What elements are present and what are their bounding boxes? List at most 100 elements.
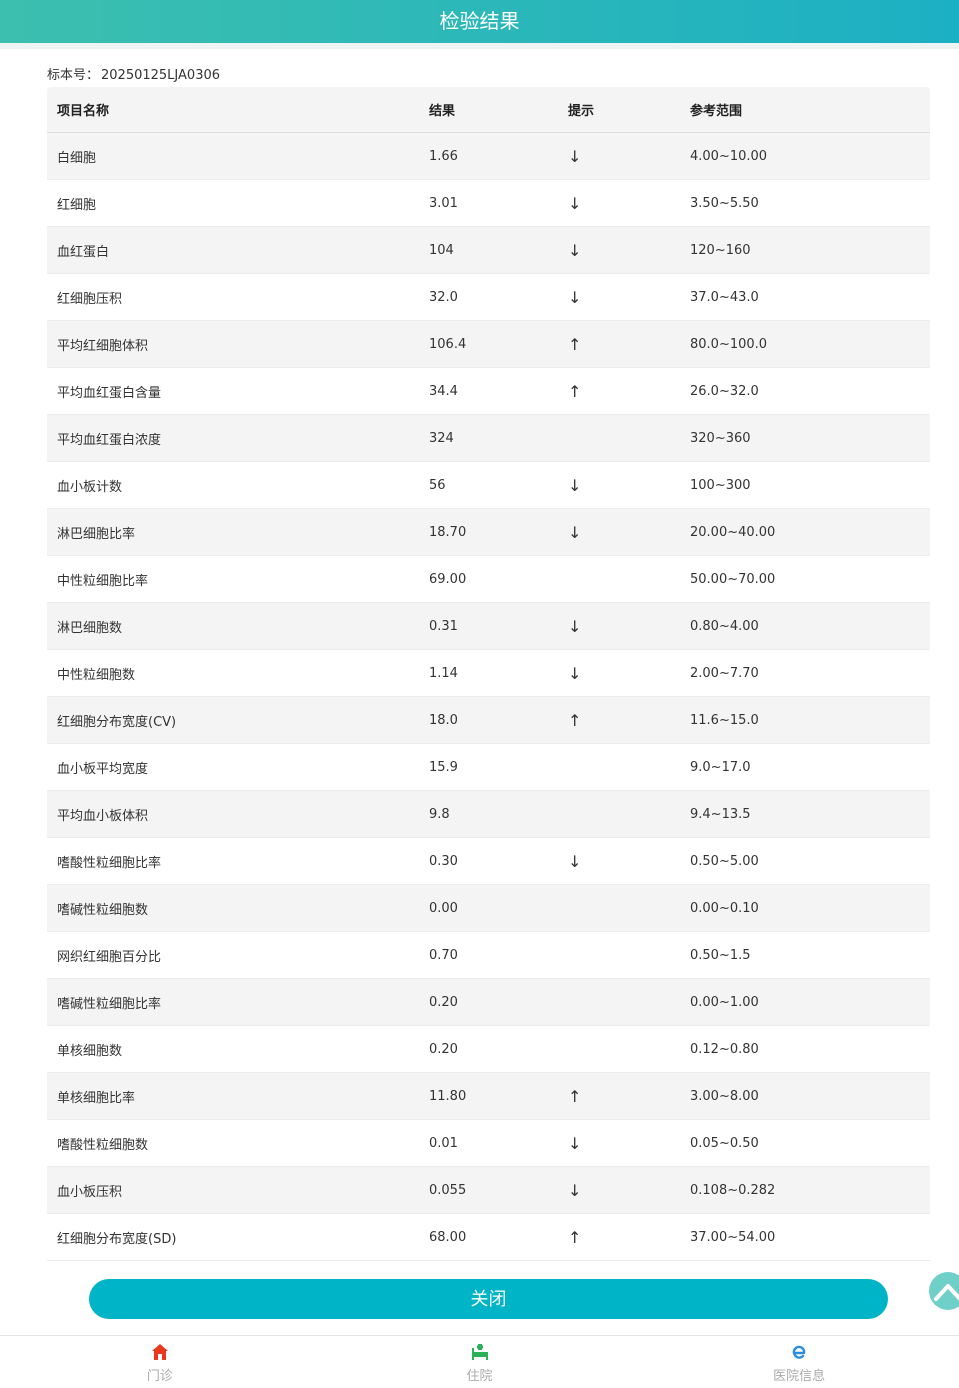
cell-item-name: 白细胞 [57,150,97,166]
cell-item-name: 中性粒细胞数 [57,667,136,683]
cell-item-name: 单核细胞比率 [57,1090,136,1106]
table-row: 嗜碱性粒细胞数 0.00 0.00~0.10 [47,885,930,932]
table-row: 红细胞分布宽度(CV) 18.0 ↑ 11.6~15.0 [47,697,930,744]
cell-item-name: 嗜碱性粒细胞数 [57,902,149,918]
page-header: 检验结果 [0,0,959,43]
cell-reference-range: 11.6~15.0 [690,712,759,728]
cell-flag: ↓ [568,287,582,307]
cell-result: 0.30 [429,853,458,869]
cell-item-name: 单核细胞数 [57,1043,123,1059]
table-row: 嗜碱性粒细胞比率 0.20 0.00~1.00 [47,979,930,1026]
close-button[interactable]: 关闭 [89,1279,888,1319]
cell-item-name: 淋巴细胞数 [57,620,123,636]
nav-tab-label: 门诊 [146,1369,173,1384]
cell-flag: ↑ [568,710,582,730]
cell-result: 0.01 [429,1135,458,1151]
column-header-result: 结果 [429,104,456,119]
cell-reference-range: 26.0~32.0 [690,383,759,399]
cell-item-name: 平均血红蛋白含量 [57,385,162,401]
cell-result: 69.00 [429,571,467,587]
cell-result: 11.80 [429,1088,467,1104]
table-row: 平均血小板体积 9.8 9.4~13.5 [47,791,930,838]
page-title: 检验结果 [439,9,520,33]
cell-item-name: 网织红细胞百分比 [57,949,162,965]
results-table: 项目名称 结果 提示 参考范围 白细胞 1.66 ↓ 4.00~10.00 红细胞 3.0… [47,87,930,1261]
cell-result: 1.66 [429,148,458,164]
cell-flag: ↓ [568,1180,582,1200]
cell-item-name: 中性粒细胞比率 [57,573,149,589]
cell-result: 106.4 [429,336,467,352]
cell-reference-range: 0.80~4.00 [690,618,759,634]
cell-result: 15.9 [429,759,458,775]
cell-reference-range: 0.50~5.00 [690,853,759,869]
cell-reference-range: 3.00~8.00 [690,1088,759,1104]
table-row: 血红蛋白 104 ↓ 120~160 [47,227,930,274]
cell-reference-range: 9.4~13.5 [690,806,751,822]
cell-result: 0.00 [429,900,458,916]
cell-flag: ↑ [568,334,582,354]
cell-reference-range: 120~160 [690,242,751,258]
cell-reference-range: 320~360 [690,430,751,446]
cell-reference-range: 20.00~40.00 [690,524,776,540]
cell-result: 0.20 [429,994,458,1010]
cell-reference-range: 0.12~0.80 [690,1041,759,1057]
back-to-top-button[interactable] [929,1272,959,1310]
cell-item-name: 红细胞分布宽度(SD) [57,1231,177,1247]
table-row: 淋巴细胞比率 18.70 ↓ 20.00~40.00 [47,509,930,556]
cell-result: 34.4 [429,383,458,399]
table-row: 中性粒细胞数 1.14 ↓ 2.00~7.70 [47,650,930,697]
cell-flag: ↑ [568,381,582,401]
cell-flag: ↓ [568,475,582,495]
nav-tab-outpatient[interactable]: 门诊 [0,1336,320,1388]
cell-result: 32.0 [429,289,458,305]
cell-flag: ↓ [568,851,582,871]
table-row: 平均红细胞体积 106.4 ↑ 80.0~100.0 [47,321,930,368]
column-header-name: 项目名称 [57,104,110,119]
table-row: 平均血红蛋白浓度 324 320~360 [47,415,930,462]
chevron-up-icon [934,1284,959,1301]
cell-flag: ↓ [568,663,582,683]
column-header-range: 参考范围 [690,104,743,119]
cell-result: 104 [429,242,454,258]
cell-flag: ↓ [568,193,582,213]
table-row: 血小板平均宽度 15.9 9.0~17.0 [47,744,930,791]
cell-result: 1.14 [429,665,458,681]
nav-tab-inpatient[interactable]: 住院 [320,1336,640,1388]
cell-result: 56 [429,477,446,493]
cell-item-name: 淋巴细胞比率 [57,526,136,542]
table-row: 网织红细胞百分比 0.70 0.50~1.5 [47,932,930,979]
cell-item-name: 血小板计数 [57,479,123,495]
cell-item-name: 红细胞 [57,197,97,213]
cell-reference-range: 0.108~0.282 [690,1182,776,1198]
table-body: 白细胞 1.66 ↓ 4.00~10.00 红细胞 3.01 ↓ 3.50~5.50 血红蛋白 1… [47,133,930,1261]
cell-reference-range: 100~300 [690,477,751,493]
table-row: 红细胞 3.01 ↓ 3.50~5.50 [47,180,930,227]
table-row: 嗜酸性粒细胞数 0.01 ↓ 0.05~0.50 [47,1120,930,1167]
cell-reference-range: 2.00~7.70 [690,665,759,681]
cell-reference-range: 80.0~100.0 [690,336,768,352]
cell-flag: ↓ [568,616,582,636]
cell-item-name: 平均红细胞体积 [57,338,149,354]
nav-tab-hospital-info[interactable]: 医院信息 [639,1336,959,1388]
table-row: 红细胞压积 32.0 ↓ 37.0~43.0 [47,274,930,321]
table-row: 淋巴细胞数 0.31 ↓ 0.80~4.00 [47,603,930,650]
table-row: 血小板计数 56 ↓ 100~300 [47,462,930,509]
cell-flag: ↓ [568,1133,582,1153]
nav-tab-label: 医院信息 [773,1369,826,1384]
cell-flag: ↓ [568,146,582,166]
cell-item-name: 嗜酸性粒细胞比率 [57,855,162,871]
cell-reference-range: 50.00~70.00 [690,571,776,587]
cell-reference-range: 37.00~54.00 [690,1229,776,1245]
cell-item-name: 嗜酸性粒细胞数 [57,1137,149,1153]
table-row: 平均血红蛋白含量 34.4 ↑ 26.0~32.0 [47,368,930,415]
specimen-label: 标本号： [47,68,100,83]
nav-tab-label: 住院 [466,1369,493,1384]
cell-reference-range: 0.05~0.50 [690,1135,759,1151]
cell-flag: ↓ [568,240,582,260]
table-row: 单核细胞数 0.20 0.12~0.80 [47,1026,930,1073]
cell-flag: ↑ [568,1086,582,1106]
cell-item-name: 红细胞分布宽度(CV) [57,714,177,730]
cell-result: 0.20 [429,1041,458,1057]
cell-reference-range: 0.00~1.00 [690,994,759,1010]
table-header: 项目名称 结果 提示 参考范围 [47,87,930,133]
